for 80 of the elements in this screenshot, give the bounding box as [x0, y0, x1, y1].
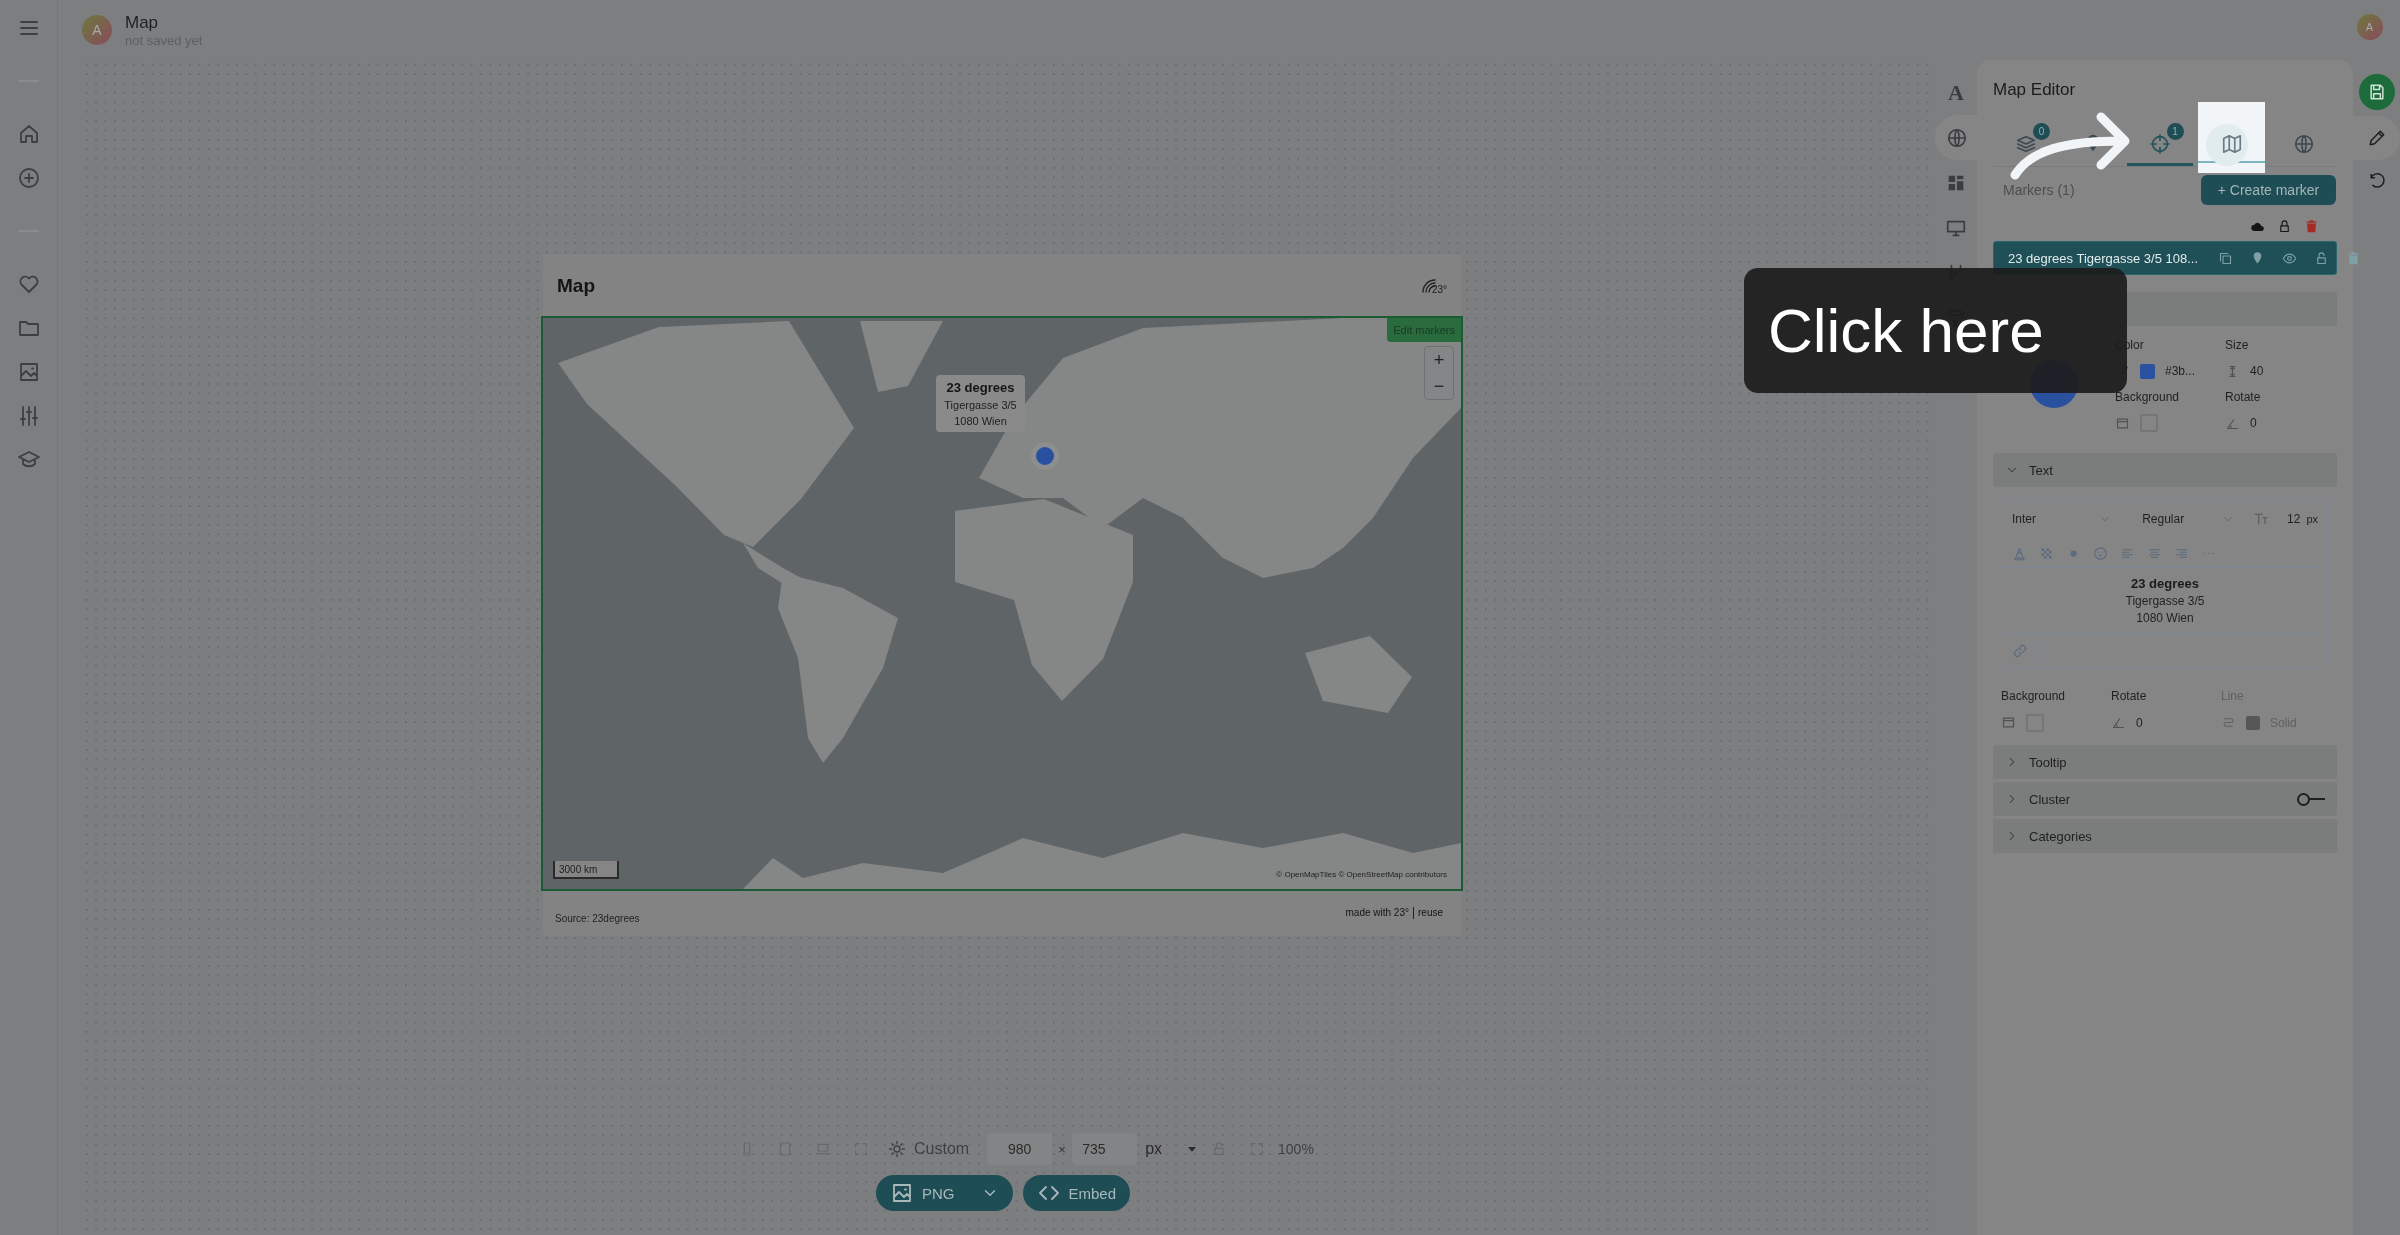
- document-title: Map: [125, 12, 160, 33]
- field-label: Rotate: [2111, 688, 2148, 703]
- editor-tab[interactable]: 1: [2126, 121, 2194, 166]
- tooltip-title: 23 degrees: [946, 380, 1015, 395]
- credit-text: made with 23°: [1345, 907, 1409, 918]
- frame-icon[interactable]: [2115, 415, 2130, 431]
- expand-icon: [853, 1141, 869, 1157]
- panel-title: Map Editor: [1993, 80, 2077, 100]
- link-icon[interactable]: [2012, 642, 2028, 659]
- section-header[interactable]: Categories: [1993, 819, 2337, 853]
- logo: 23°: [1419, 277, 1447, 295]
- avatar[interactable]: A: [82, 15, 112, 45]
- text-editor[interactable]: Inter Regular 12 px 23 degrees Tigergasse 3/5 1080 Wien: [2001, 498, 2329, 668]
- chart-title: Map: [557, 275, 595, 297]
- field-label: Background: [2001, 688, 2067, 703]
- zoom-out-button[interactable]: −: [1425, 373, 1453, 399]
- source-note: Source: 23degrees: [555, 913, 640, 924]
- angle-icon: [2111, 715, 2126, 730]
- trash-icon[interactable]: [2346, 250, 2362, 266]
- toggle-switch[interactable]: [2297, 793, 2325, 805]
- smiley-icon[interactable]: [2093, 545, 2108, 561]
- preset-button[interactable]: Custom: [888, 1140, 970, 1158]
- user-avatar[interactable]: A: [2356, 14, 2383, 40]
- frame-icon[interactable]: [2001, 715, 2016, 730]
- text-color-icon[interactable]: [2012, 545, 2027, 561]
- copy-icon[interactable]: [2218, 250, 2234, 266]
- size-value[interactable]: 40: [2250, 364, 2264, 378]
- export-button[interactable]: PNG: [876, 1175, 1013, 1211]
- content-title: 23 degrees: [2131, 576, 2199, 591]
- zoom-in-button[interactable]: +: [1425, 347, 1453, 373]
- export-button[interactable]: Embed: [1022, 1175, 1131, 1211]
- content-line: Tigergasse 3/5: [2125, 594, 2205, 608]
- count-badge: 1: [2166, 123, 2184, 140]
- map-icon: [2220, 132, 2243, 155]
- globe-icon: [1946, 126, 1968, 149]
- color-value[interactable]: #3b...: [2165, 364, 2196, 378]
- section-header[interactable]: Cluster: [1993, 782, 2337, 816]
- route-icon[interactable]: [2221, 715, 2236, 730]
- lock-icon[interactable]: [2277, 218, 2292, 234]
- zoom-level: 100%: [1278, 1141, 1314, 1157]
- markers-label: Markers (1): [2003, 182, 2075, 198]
- settings-icon: [888, 1140, 906, 1158]
- weight-select[interactable]: Regular: [2142, 512, 2215, 526]
- tooltip-line: 1080 Wien: [954, 415, 1007, 427]
- tool-button[interactable]: A: [1935, 70, 1977, 115]
- scale-bar: 3000 km: [553, 861, 619, 879]
- crosshair-icon: [2149, 132, 2171, 155]
- height-input[interactable]: 735: [1072, 1133, 1138, 1165]
- expand-icon: [1249, 1141, 1266, 1157]
- text-size-icon: [2253, 511, 2269, 527]
- action-button[interactable]: [2353, 116, 2400, 160]
- trash-icon[interactable]: [2304, 218, 2319, 234]
- content-line: 1080 Wien: [2136, 611, 2194, 625]
- section-header[interactable]: Tooltip: [1993, 745, 2337, 779]
- font-size-value[interactable]: 12: [2287, 512, 2301, 526]
- line-swatch[interactable]: [2246, 715, 2260, 730]
- width-input[interactable]: 980: [987, 1133, 1053, 1165]
- eye-icon[interactable]: [2282, 250, 2298, 266]
- tooltip-line: Tigergasse 3/5: [944, 399, 1017, 411]
- field-label: Size: [2225, 338, 2250, 352]
- image-icon: [890, 1181, 914, 1205]
- color-swatch[interactable]: [2140, 363, 2155, 379]
- create-marker-button[interactable]: + Create marker: [2201, 175, 2336, 205]
- times-sign: ×: [1057, 1141, 1067, 1157]
- font-select[interactable]: Inter: [2012, 512, 2093, 526]
- action-button[interactable]: [2358, 74, 2395, 110]
- editor-tab[interactable]: 0: [1993, 121, 2060, 166]
- field-label: Background: [2115, 390, 2181, 404]
- globe-icon: [2292, 132, 2315, 155]
- reuse-link[interactable]: reuse: [1418, 907, 1443, 918]
- section-header[interactable]: Text: [1993, 453, 2337, 487]
- rotate-value[interactable]: 0: [2250, 416, 2257, 430]
- count-badge: 0: [2033, 123, 2050, 140]
- unit-label: px: [2306, 513, 2318, 525]
- map-attribution: © OpenMapTiles © OpenStreetMap contributors: [1276, 870, 1447, 879]
- unit-select[interactable]: px: [1145, 1140, 1201, 1158]
- field-label: Rotate: [2225, 390, 2262, 404]
- rotate-value[interactable]: 0: [2136, 715, 2143, 730]
- editor-tab[interactable]: [2198, 102, 2266, 173]
- tool-button[interactable]: [1935, 115, 1979, 160]
